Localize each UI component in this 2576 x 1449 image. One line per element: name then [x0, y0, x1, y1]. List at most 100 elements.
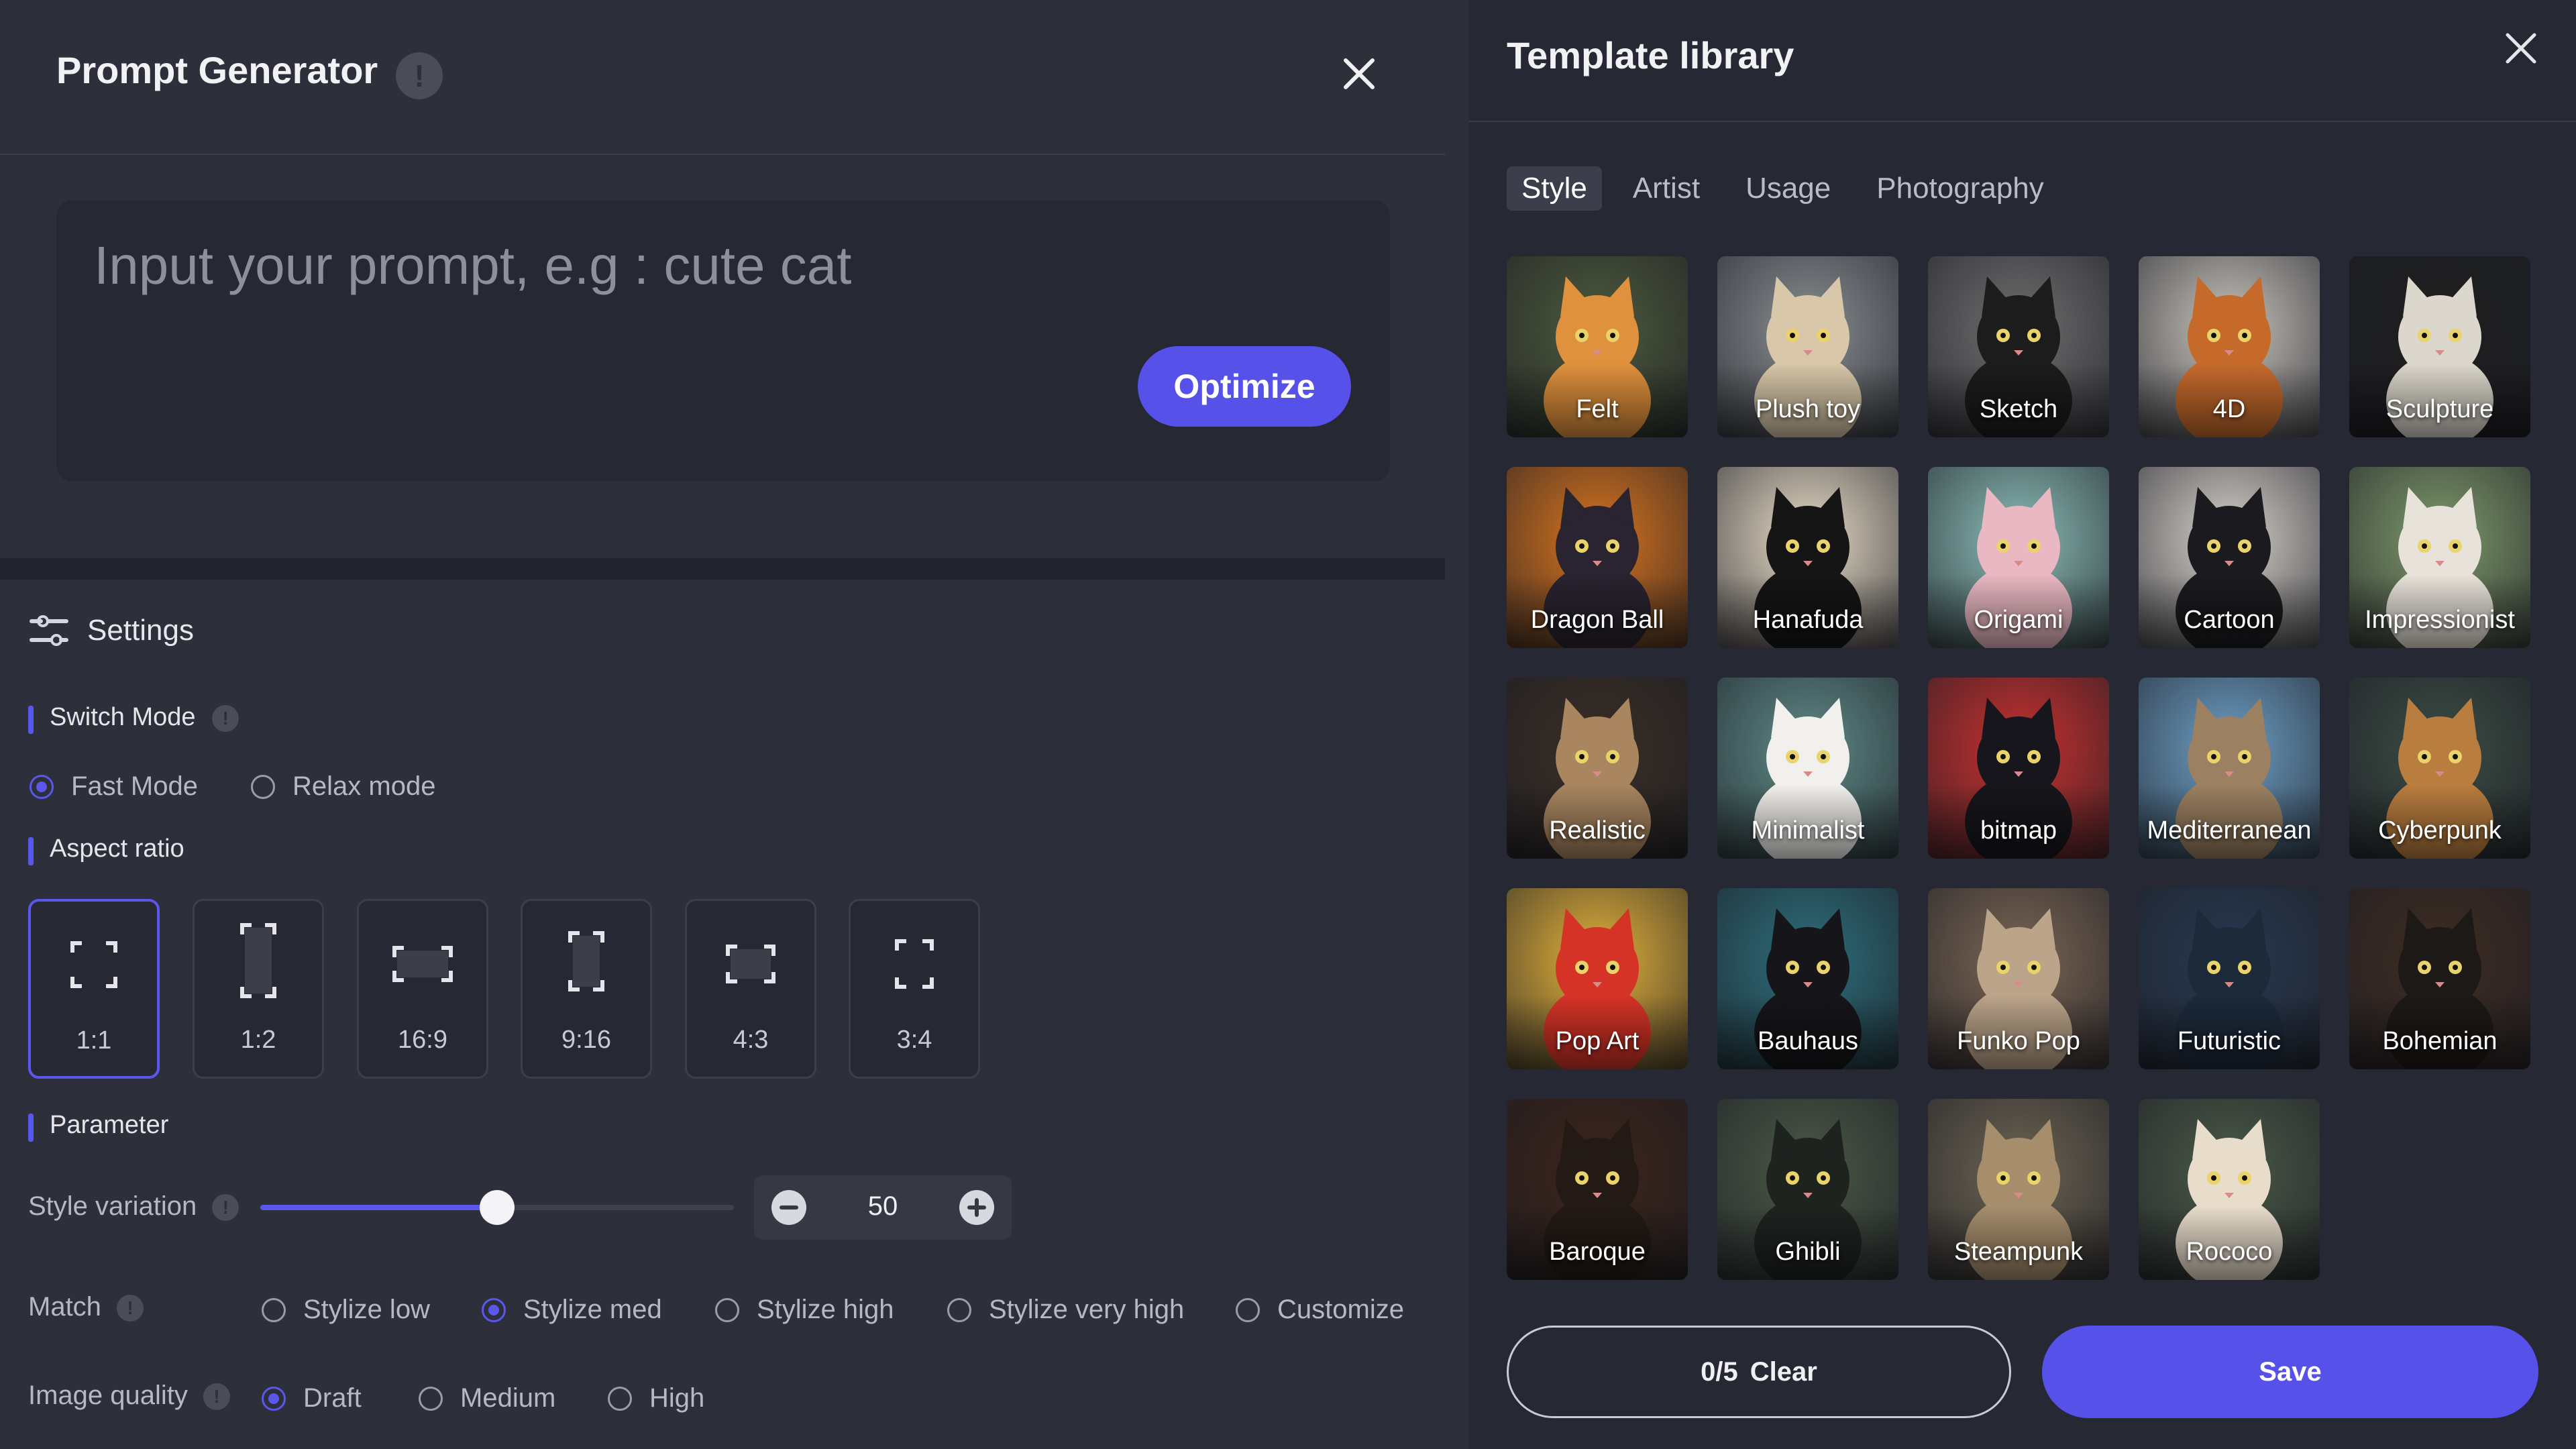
info-icon[interactable]: ! [212, 704, 239, 732]
settings-label: Settings [87, 614, 194, 647]
template-card-label: Ghibli [1775, 1238, 1841, 1266]
template-card[interactable]: Rococo [2139, 1099, 2320, 1280]
tab-artist[interactable]: Artist [1618, 166, 1715, 211]
draft-radio[interactable]: Draft [262, 1383, 362, 1413]
aspect-3-4-button[interactable]: 3:4 [849, 899, 980, 1079]
radio-icon [251, 774, 275, 799]
save-button[interactable]: Save [2042, 1326, 2538, 1418]
crop-frame-icon [895, 939, 934, 989]
slider-handle[interactable] [480, 1190, 515, 1225]
radio-icon [608, 1386, 632, 1411]
stylize-high-radio[interactable]: Stylize high [715, 1295, 894, 1325]
template-card[interactable]: Realistic [1507, 678, 1688, 859]
template-card[interactable]: Hanafuda [1717, 467, 1898, 648]
template-card[interactable]: Origami [1928, 467, 2109, 648]
page-title: Prompt Generator [56, 49, 378, 91]
clear-button[interactable]: 0/5 Clear [1507, 1326, 2011, 1418]
crop-frame-icon [726, 945, 775, 983]
template-card-label: Minimalist [1751, 816, 1865, 845]
aspect-9-16-label: 9:16 [561, 1026, 611, 1054]
stylize-very-high-radio[interactable]: Stylize very high [947, 1295, 1184, 1325]
aspect-9-16-button[interactable]: 9:16 [521, 899, 652, 1079]
template-card-label: Hanafuda [1752, 606, 1864, 634]
style-variation-stepper: 50 [754, 1175, 1012, 1240]
optimize-button[interactable]: Optimize [1138, 346, 1351, 427]
template-card[interactable]: Steampunk [1928, 1099, 2109, 1280]
stylize-very-high-label: Stylize very high [989, 1295, 1185, 1324]
template-card-label: Mediterranean [2147, 816, 2312, 845]
template-card[interactable]: Cyberpunk [2349, 678, 2530, 859]
image-quality-text: Image quality [28, 1381, 188, 1410]
template-card[interactable]: Felt [1507, 256, 1688, 437]
crop-frame-icon [568, 931, 604, 991]
aspect-4-3-label: 4:3 [733, 1026, 769, 1054]
aspect-16-9-label: 16:9 [398, 1026, 447, 1054]
radio-icon [419, 1386, 443, 1411]
prompt-generator-header: Prompt Generator ! [0, 0, 1445, 155]
image-quality-label: Image quality ! [28, 1381, 231, 1411]
match-label: Match ! [28, 1292, 144, 1322]
aspect-16-9-button[interactable]: 16:9 [357, 899, 488, 1079]
template-card-label: Cartoon [2184, 606, 2275, 634]
template-card[interactable]: bitmap [1928, 678, 2109, 859]
template-card-label: Steampunk [1953, 1238, 2084, 1266]
switch-mode-text: Switch Mode [50, 703, 196, 731]
prompt-input[interactable]: Input your prompt, e.g : cute cat Optimi… [56, 200, 1390, 482]
template-card-label: bitmap [1980, 816, 2057, 845]
info-icon[interactable]: ! [396, 52, 443, 99]
aspect-4-3-button[interactable]: 4:3 [685, 899, 816, 1079]
medium-radio[interactable]: Medium [419, 1383, 555, 1413]
tab-style[interactable]: Style [1507, 166, 1602, 211]
high-radio[interactable]: High [608, 1383, 704, 1413]
radio-icon [262, 1297, 286, 1322]
template-card[interactable]: Funko Pop [1928, 888, 2109, 1069]
radio-selected-icon [482, 1297, 506, 1322]
template-card[interactable]: Dragon Ball [1507, 467, 1688, 648]
template-card[interactable]: Minimalist [1717, 678, 1898, 859]
aspect-1-1-button[interactable]: 1:1 [28, 899, 160, 1079]
stylize-low-radio[interactable]: Stylize low [262, 1295, 430, 1325]
aspect-ratio-label: Aspect ratio [28, 835, 184, 865]
template-card-label: Origami [1974, 606, 2063, 634]
customize-radio[interactable]: Customize [1236, 1295, 1404, 1325]
template-card[interactable]: Plush toy [1717, 256, 1898, 437]
crop-frame-icon [70, 941, 117, 988]
template-card[interactable]: Bauhaus [1717, 888, 1898, 1069]
template-card[interactable]: Sculpture [2349, 256, 2530, 437]
template-library-header: Template library [1469, 0, 2576, 122]
settings-heading: Settings [30, 614, 194, 647]
template-card[interactable]: Futuristic [2139, 888, 2320, 1069]
template-card[interactable]: Bohemian [2349, 888, 2530, 1069]
crop-frame-icon [392, 946, 453, 982]
stylize-med-label: Stylize med [523, 1295, 662, 1324]
clear-label: Clear [1750, 1356, 1817, 1387]
aspect-1-2-button[interactable]: 1:2 [193, 899, 324, 1079]
fast-mode-radio[interactable]: Fast Mode [30, 771, 198, 802]
section-divider [0, 558, 1445, 580]
template-card[interactable]: Ghibli [1717, 1099, 1898, 1280]
relax-mode-radio[interactable]: Relax mode [251, 771, 435, 802]
template-card-label: Baroque [1549, 1238, 1646, 1266]
template-card[interactable]: Pop Art [1507, 888, 1688, 1069]
stylize-high-label: Stylize high [757, 1295, 894, 1324]
draft-label: Draft [303, 1383, 362, 1413]
crop-frame-icon [240, 923, 276, 998]
info-icon[interactable]: ! [203, 1383, 231, 1411]
aspect-1-1-label: 1:1 [76, 1026, 112, 1055]
template-card[interactable]: 4D [2139, 256, 2320, 437]
info-icon[interactable]: ! [117, 1295, 144, 1322]
template-card[interactable]: Mediterranean [2139, 678, 2320, 859]
close-icon[interactable] [1339, 54, 1379, 94]
style-variation-slider[interactable] [260, 1190, 734, 1225]
plus-icon[interactable] [958, 1189, 996, 1226]
template-card[interactable]: Cartoon [2139, 467, 2320, 648]
stylize-med-radio[interactable]: Stylize med [482, 1295, 662, 1325]
tab-photography[interactable]: Photography [1862, 166, 2059, 211]
template-card[interactable]: Sketch [1928, 256, 2109, 437]
template-card[interactable]: Baroque [1507, 1099, 1688, 1280]
info-icon[interactable]: ! [212, 1194, 239, 1222]
close-icon[interactable] [2502, 30, 2540, 67]
switch-mode-label: Switch Mode ! [28, 703, 239, 734]
tab-usage[interactable]: Usage [1731, 166, 1845, 211]
template-card[interactable]: Impressionist [2349, 467, 2530, 648]
